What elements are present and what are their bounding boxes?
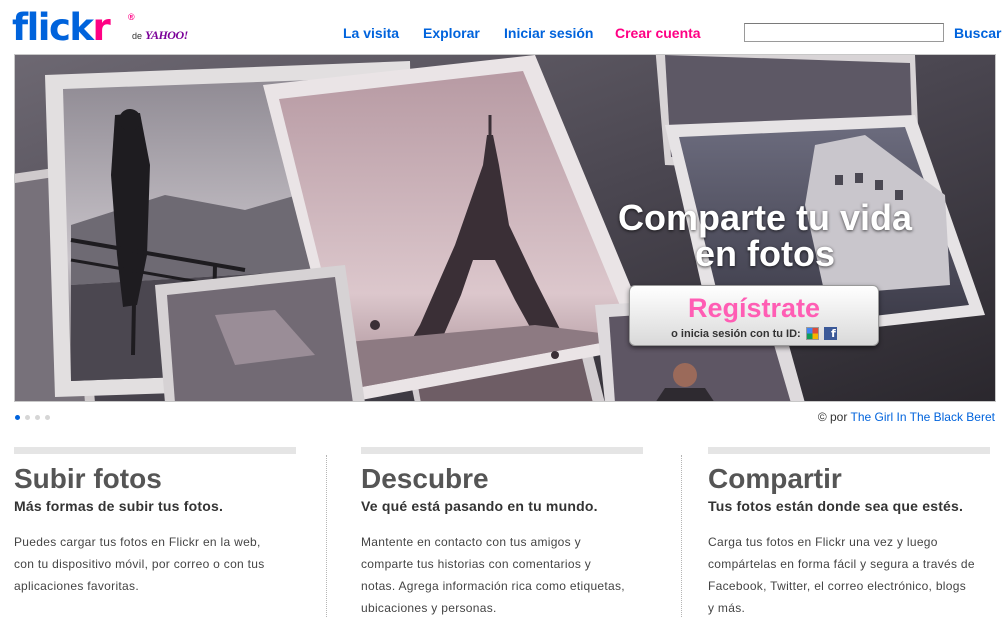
feature-upload-text: Puedes cargar tus fotos en Flickr en la … <box>14 531 296 597</box>
yahoo-logo: YAHOO! <box>145 28 188 42</box>
column-separator <box>326 455 327 617</box>
carousel-dot-1[interactable] <box>15 415 20 420</box>
column-separator <box>681 455 682 617</box>
feature-discover-subtitle: Ve qué está pasando en tu mundo. <box>361 498 598 514</box>
logo-registered-mark: ® <box>128 12 135 22</box>
logo-flick-text: flick <box>12 6 94 49</box>
feature-text-line: Mantente en contacto con tus amigos y <box>361 535 581 549</box>
signin-with-id: o inicia sesión con tu ID: f <box>630 327 878 340</box>
column-divider-bar <box>361 447 643 454</box>
feature-text-line: con tu dispositivo móvil, por correo o c… <box>14 557 265 571</box>
carousel-dot-3[interactable] <box>35 415 40 420</box>
feature-upload-subtitle: Más formas de subir tus fotos. <box>14 498 224 514</box>
hero-banner: Comparte tu vida en fotos Regístrate o i… <box>14 54 996 402</box>
logo-de-text: de <box>132 31 143 41</box>
feature-text-line: Puedes cargar tus fotos en Flickr en la … <box>14 535 261 549</box>
search-button[interactable]: Buscar <box>954 25 1001 41</box>
logo-r-text: r <box>92 6 111 49</box>
feature-share: Compartir Tus fotos están donde sea que … <box>708 447 990 619</box>
feature-text-line: ubicaciones y personas. <box>361 601 497 615</box>
nav-la-visita[interactable]: La visita <box>343 25 399 41</box>
google-icon[interactable] <box>805 327 819 340</box>
feature-text-line: comparte tus historias con comentarios y <box>361 557 592 571</box>
signup-button[interactable]: Regístrate o inicia sesión con tu ID: f <box>629 285 879 346</box>
hero-title-line-2: en fotos <box>695 233 835 274</box>
nav-iniciar-sesion[interactable]: Iniciar sesión <box>504 25 593 41</box>
photo-credit: © por The Girl In The Black Beret <box>818 410 995 424</box>
flickr-logo[interactable]: flickr ® de YAHOO! <box>12 6 188 49</box>
signin-with-id-text: o inicia sesión con tu ID: <box>671 328 801 340</box>
column-divider-bar <box>14 447 296 454</box>
feature-discover-title: Descubre <box>361 463 489 494</box>
nav-explorar[interactable]: Explorar <box>423 25 480 41</box>
feature-discover: Descubre Ve qué está pasando en tu mundo… <box>361 447 643 619</box>
hero-title-line-1: Comparte tu vida <box>617 197 913 238</box>
feature-upload-title: Subir fotos <box>14 463 162 494</box>
feature-text-line: y más. <box>708 601 746 615</box>
feature-share-title: Compartir <box>708 463 842 494</box>
feature-text-line: aplicaciones favoritas. <box>14 579 139 593</box>
feature-upload: Subir fotos Más formas de subir tus foto… <box>14 447 296 597</box>
facebook-icon[interactable]: f <box>823 327 837 340</box>
feature-share-subtitle: Tus fotos están donde sea que estés. <box>708 498 964 514</box>
carousel-dot-2[interactable] <box>25 415 30 420</box>
feature-text-line: Carga tus fotos en Flickr una vez y lueg… <box>708 535 938 549</box>
feature-discover-text: Mantente en contacto con tus amigos y co… <box>361 531 643 619</box>
nav-crear-cuenta[interactable]: Crear cuenta <box>615 25 701 41</box>
carousel-dot-4[interactable] <box>45 415 50 420</box>
feature-share-text: Carga tus fotos en Flickr una vez y lueg… <box>708 531 990 619</box>
feature-text-line: Facebook, Twitter, el correo electrónico… <box>708 579 967 593</box>
signup-label: Regístrate <box>687 293 821 323</box>
feature-text-line: notas. Agrega información rica como etiq… <box>361 579 625 593</box>
column-divider-bar <box>708 447 990 454</box>
hero-title: Comparte tu vida en fotos <box>595 200 935 272</box>
search-input[interactable] <box>744 23 944 42</box>
credit-prefix: © por <box>817 410 848 424</box>
feature-text-line: compártelas en forma fácil y segura a tr… <box>708 557 975 571</box>
credit-author-link[interactable]: The Girl In The Black Beret <box>850 410 995 424</box>
